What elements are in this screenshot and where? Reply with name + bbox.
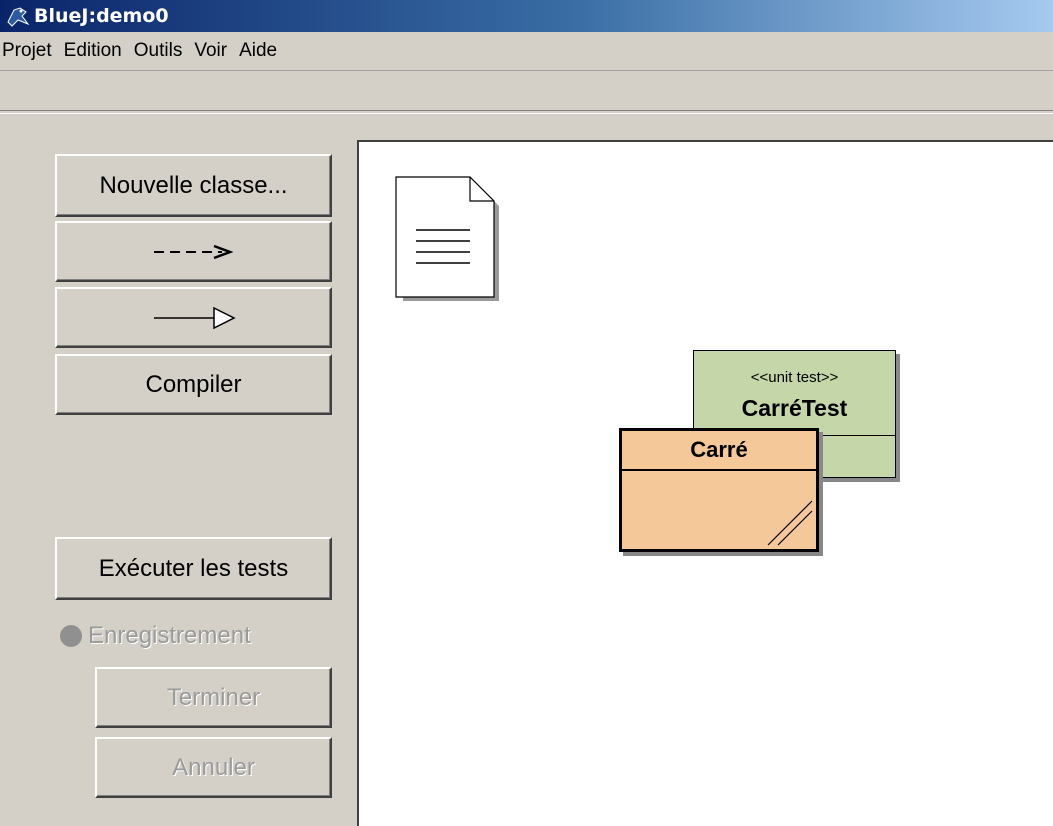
menu-projet[interactable]: Projet <box>2 40 64 62</box>
window-titlebar: BlueJ:demo0 <box>0 0 1053 32</box>
menu-separator <box>0 110 1053 114</box>
carre-class-name: Carré <box>690 437 748 462</box>
bluej-bird-icon <box>6 4 30 28</box>
carre-separator <box>622 469 816 471</box>
new-class-button[interactable]: Nouvelle classe... <box>55 154 332 217</box>
recording-dot-icon <box>60 625 82 647</box>
end-recording-button[interactable]: Terminer <box>95 667 332 728</box>
inheritance-arrow-icon <box>153 306 236 329</box>
menu-aide[interactable]: Aide <box>239 40 289 62</box>
menu-bar: Projet Edition Outils Voir Aide <box>0 32 1053 71</box>
window-title: BlueJ:demo0 <box>34 5 169 27</box>
class-diagram-canvas[interactable]: <<unit test>> CarréTest Carré <box>357 140 1053 826</box>
inheritance-arrow-button[interactable] <box>55 287 332 348</box>
recording-label: Enregistrement <box>88 622 251 649</box>
uses-arrow-button[interactable] <box>55 221 332 282</box>
dashed-arrow-icon <box>153 244 234 259</box>
resize-handle-icon[interactable] <box>764 497 814 547</box>
run-tests-button[interactable]: Exécuter les tests <box>55 537 332 600</box>
unit-test-stereotype: <<unit test>> <box>750 369 839 386</box>
menu-edition[interactable]: Edition <box>64 40 134 62</box>
recording-indicator: Enregistrement <box>60 622 251 650</box>
compile-button[interactable]: Compiler <box>55 354 332 415</box>
readme-document-icon[interactable] <box>394 175 502 301</box>
menu-outils[interactable]: Outils <box>134 40 195 62</box>
cancel-recording-button[interactable]: Annuler <box>95 737 332 798</box>
class-carre[interactable]: Carré <box>619 428 819 552</box>
menu-voir[interactable]: Voir <box>194 40 239 62</box>
carretest-class-name: CarréTest <box>741 395 848 421</box>
